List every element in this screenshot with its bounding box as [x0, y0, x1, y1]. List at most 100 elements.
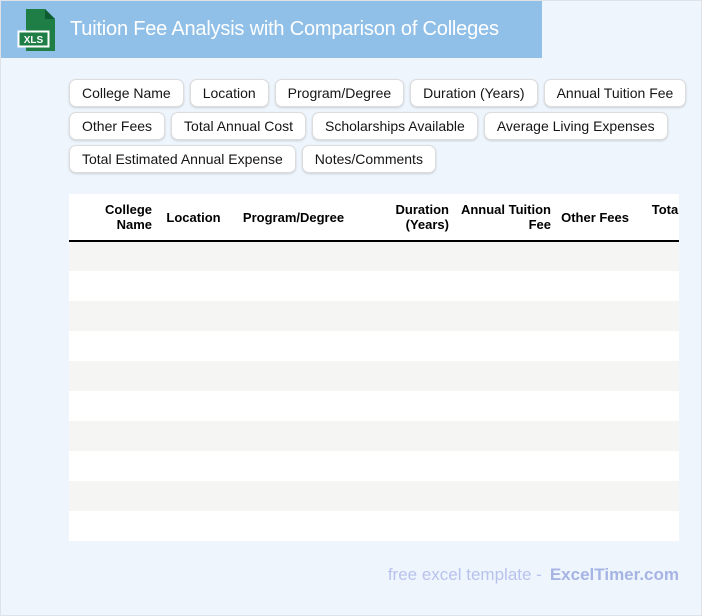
field-chip: College Name [69, 79, 184, 107]
table-cell [156, 481, 231, 511]
footer-text: free excel template - [387, 565, 542, 584]
column-header: Other Fees [555, 194, 633, 242]
table-cell [356, 451, 453, 481]
column-header: Total Annual Cost [633, 194, 679, 242]
table-cell [555, 451, 633, 481]
field-chip: Annual Tuition Fee [543, 79, 687, 107]
table-cell [633, 361, 679, 391]
table-row [69, 301, 679, 331]
table-cell [69, 421, 156, 451]
table-cell [156, 331, 231, 361]
table-cell [356, 241, 453, 271]
table-cell [453, 421, 555, 451]
table-cell [453, 331, 555, 361]
table-cell [356, 271, 453, 301]
column-header: Location [156, 194, 231, 242]
table-cell [356, 331, 453, 361]
field-chip: Total Estimated Annual Expense [69, 145, 296, 173]
table-cell [555, 241, 633, 271]
table-cell [356, 481, 453, 511]
table-cell [156, 361, 231, 391]
field-chip: Other Fees [69, 112, 166, 140]
column-header: Duration (Years) [356, 194, 453, 242]
xls-file-icon: XLS [17, 8, 55, 51]
table-cell [231, 271, 356, 301]
field-chip: Program/Degree [274, 79, 405, 107]
column-header: College Name [69, 194, 156, 242]
table-cell [453, 481, 555, 511]
table-cell [633, 271, 679, 301]
table-container: College Name Location Program/Degree Durati… [69, 194, 679, 541]
table-cell [633, 451, 679, 481]
table-row [69, 241, 679, 271]
xls-badge-label: XLS [24, 35, 44, 46]
table-cell [356, 361, 453, 391]
table-cell [453, 241, 555, 271]
table-cell [231, 481, 356, 511]
table-cell [69, 331, 156, 361]
table-cell [69, 271, 156, 301]
table-cell [156, 301, 231, 331]
table-cell [231, 421, 356, 451]
table-cell [231, 391, 356, 421]
table-cell [156, 421, 231, 451]
table-cell [555, 481, 633, 511]
table-cell [156, 451, 231, 481]
table-row [69, 331, 679, 361]
table-cell [156, 241, 231, 271]
table-row [69, 361, 679, 391]
table-cell [69, 361, 156, 391]
table-cell [453, 451, 555, 481]
table-cell [555, 271, 633, 301]
table-cell [453, 391, 555, 421]
column-header: Program/Degree [231, 194, 356, 242]
table-cell [633, 301, 679, 331]
table-cell [156, 391, 231, 421]
table-row [69, 481, 679, 511]
table-cell [156, 511, 231, 541]
table-cell [555, 511, 633, 541]
table-cell [555, 421, 633, 451]
table-cell [453, 511, 555, 541]
footer: free excel template - ExcelTimer.com [69, 565, 679, 585]
field-chip: Average Living Expenses [483, 112, 668, 140]
table-header-row: College Name Location Program/Degree Durati… [69, 194, 679, 242]
table-row [69, 391, 679, 421]
table-row [69, 511, 679, 541]
table-cell [356, 511, 453, 541]
table-cell [356, 301, 453, 331]
table-cell [69, 391, 156, 421]
field-chips: College Name Location Program/Degree Durati… [69, 79, 701, 173]
field-chip: Scholarships Available [312, 112, 478, 140]
table-cell [231, 451, 356, 481]
table-cell [555, 331, 633, 361]
table-cell [555, 391, 633, 421]
footer-brand-link[interactable]: ExcelTimer.com [550, 565, 679, 584]
table-cell [231, 511, 356, 541]
table-cell [633, 331, 679, 361]
column-header: Annual Tuition Fee [453, 194, 555, 242]
table-cell [231, 331, 356, 361]
table-cell [231, 301, 356, 331]
table-cell [69, 301, 156, 331]
table-cell [231, 241, 356, 271]
table-cell [555, 301, 633, 331]
table-body [69, 241, 679, 541]
table-cell [356, 421, 453, 451]
header-bar: XLS Tuition Fee Analysis with Comparison… [1, 1, 542, 58]
table-cell [69, 511, 156, 541]
table-cell [69, 481, 156, 511]
field-chip: Location [189, 79, 269, 107]
table-cell [156, 271, 231, 301]
table-row [69, 421, 679, 451]
table-cell [231, 361, 356, 391]
table-cell [633, 391, 679, 421]
table-row [69, 451, 679, 481]
field-chip: Notes/Comments [301, 145, 436, 173]
table-cell [69, 241, 156, 271]
table-cell [453, 361, 555, 391]
field-chip: Duration (Years) [410, 79, 538, 107]
table-cell [555, 361, 633, 391]
table-cell [633, 241, 679, 271]
table-cell [453, 271, 555, 301]
